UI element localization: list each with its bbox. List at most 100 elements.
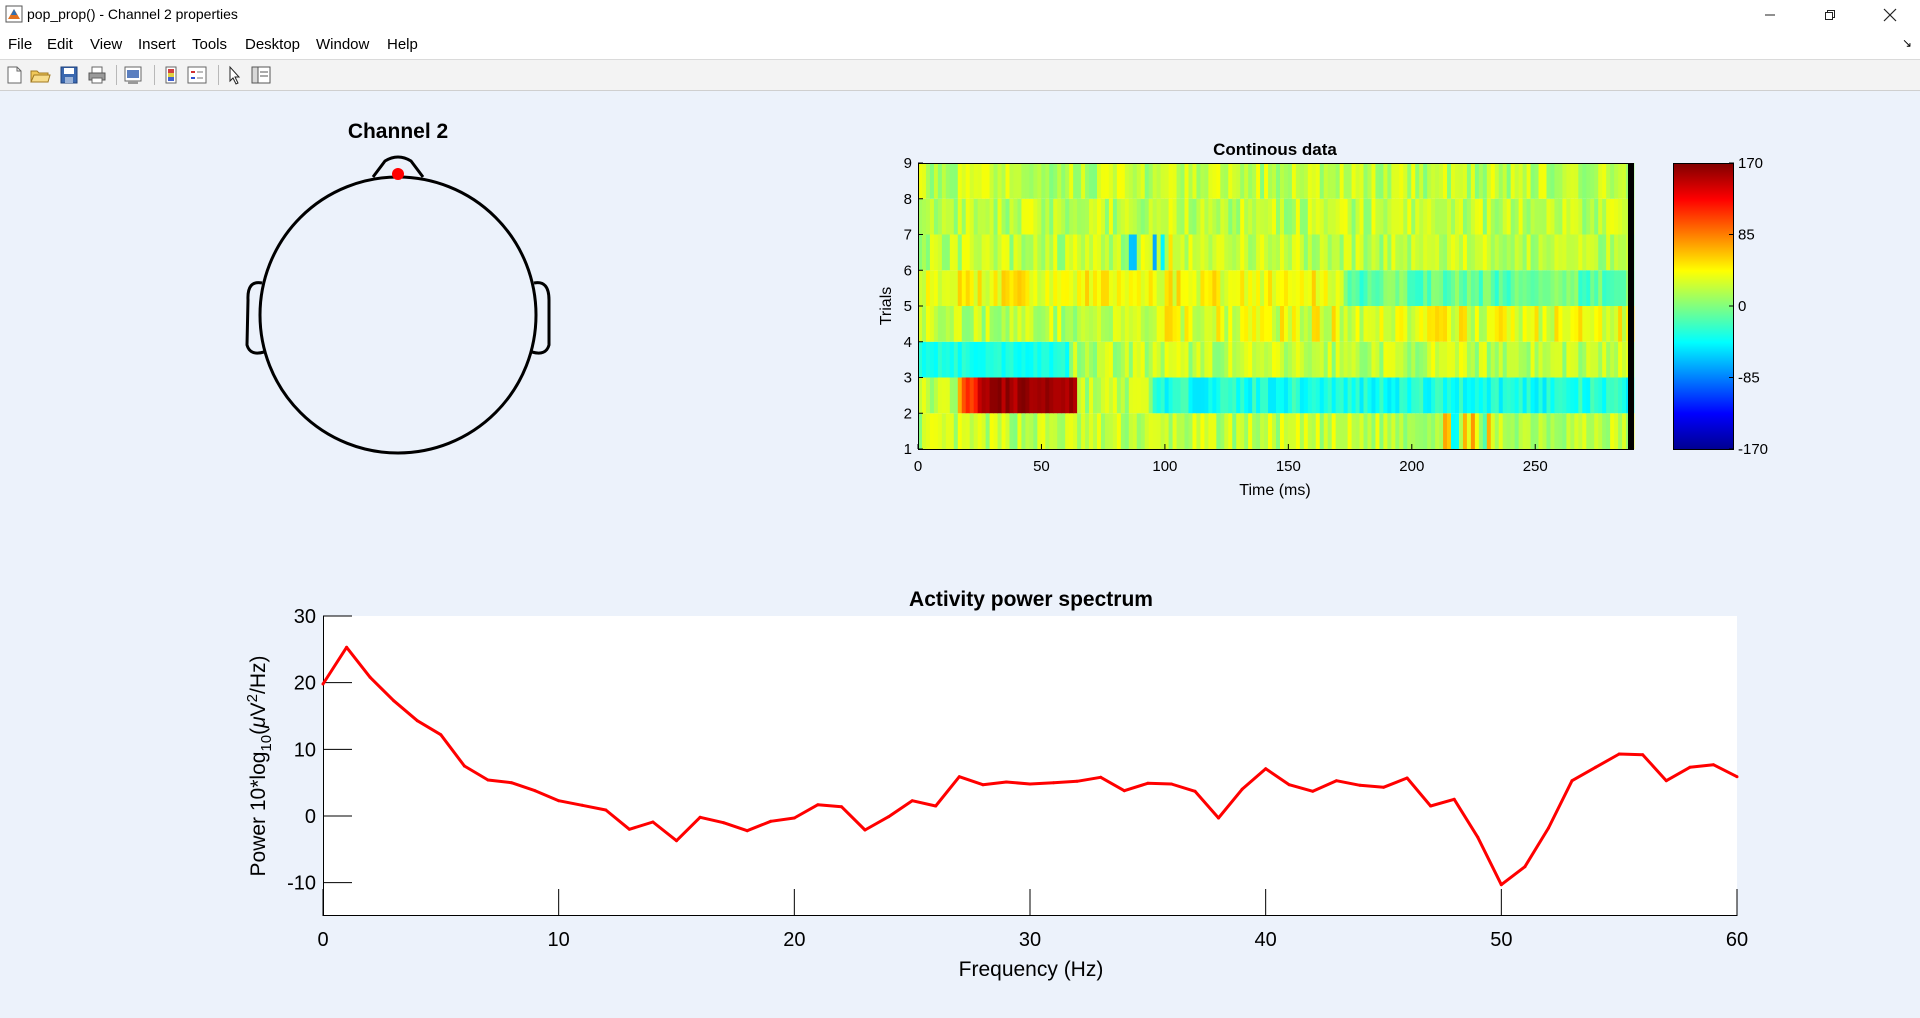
spectrum-data-point <box>1688 765 1692 769</box>
erp-cell <box>1355 306 1360 342</box>
spectrum-x-tick-label: 40 <box>1255 929 1277 951</box>
erp-cell <box>1482 198 1488 235</box>
erp-cell <box>1554 163 1559 199</box>
erp-cell <box>1279 306 1285 342</box>
erp-y-tick-label: 5 <box>904 298 912 315</box>
erp-cell <box>1188 377 1193 414</box>
erp-cell <box>1586 198 1591 235</box>
erp-cell <box>1403 234 1408 271</box>
erp-cell <box>1387 413 1392 449</box>
erp-cell <box>1299 163 1305 199</box>
erp-cell <box>1478 270 1484 306</box>
erp-cell <box>1152 341 1158 378</box>
erp-cell <box>1502 306 1508 342</box>
erp-cell <box>1494 163 1500 199</box>
erp-cell <box>1220 413 1225 449</box>
erp-cell <box>997 377 1002 414</box>
figure-canvas: Channel 2 Continous data 0 50 100 150 200 250… <box>244 120 1768 981</box>
erp-cell <box>1578 306 1583 342</box>
erp-cell <box>1538 163 1543 199</box>
erp-cell <box>929 198 935 235</box>
erp-cell <box>1470 270 1476 306</box>
erp-cell <box>1435 341 1440 378</box>
erp-cell <box>981 306 987 342</box>
erp-cell <box>1025 377 1030 414</box>
erp-cell <box>953 163 959 199</box>
erp-cell <box>1164 198 1169 235</box>
erp-cell <box>1196 234 1201 271</box>
erp-cell <box>1443 198 1448 235</box>
erp-cell <box>1228 270 1233 306</box>
erp-cell <box>1089 270 1094 306</box>
spectrum-data-point <box>1217 816 1220 820</box>
erp-cell <box>1415 413 1420 449</box>
erp-cell <box>1339 270 1345 306</box>
erp-cell <box>1212 163 1217 199</box>
erp-cell <box>977 270 983 306</box>
erp-cell <box>1089 163 1094 199</box>
erp-cell <box>1443 413 1448 449</box>
erp-cell <box>1498 306 1504 342</box>
erp-cell <box>1272 377 1277 414</box>
erp-cell <box>1554 270 1559 306</box>
erp-cell <box>1144 163 1150 199</box>
erp-cell <box>1136 413 1142 449</box>
erp-cell <box>1252 377 1257 414</box>
erp-cell <box>1029 377 1034 414</box>
erp-cell <box>1415 270 1420 306</box>
erp-cell <box>997 163 1002 199</box>
erp-cell <box>941 306 947 342</box>
erp-cell <box>1097 341 1102 378</box>
erp-cell <box>1049 163 1054 199</box>
erp-cell <box>1323 234 1329 271</box>
erp-cell <box>1510 413 1516 449</box>
erp-cell <box>1013 341 1018 378</box>
electrode-marker[interactable] <box>392 168 404 180</box>
erp-cell <box>1236 341 1241 378</box>
erp-cell <box>1232 341 1237 378</box>
erp-cell <box>1474 413 1480 449</box>
spectrum-x-tick-label: 10 <box>548 929 570 951</box>
erp-cell <box>1164 234 1169 271</box>
erp-cell <box>953 234 959 271</box>
erp-cell <box>1439 234 1444 271</box>
erp-cell <box>1510 163 1516 199</box>
erp-cell <box>1180 198 1185 235</box>
erp-cell <box>1093 306 1098 342</box>
erp-cell <box>1128 413 1134 449</box>
erp-cell <box>1276 270 1281 306</box>
erp-cell <box>1598 270 1603 306</box>
erp-cell <box>1411 163 1416 199</box>
erp-cell <box>1272 341 1277 378</box>
erp-cell <box>1236 198 1241 235</box>
erp-cell <box>1260 306 1265 342</box>
spectrum-data-point <box>1711 763 1715 767</box>
erp-cell <box>1232 413 1237 449</box>
erp-cell <box>1490 198 1496 235</box>
erp-cell <box>1287 377 1293 414</box>
erp-cell <box>1598 306 1603 342</box>
erp-cell <box>1574 198 1579 235</box>
erp-cell <box>969 163 975 199</box>
erp-cell <box>1061 198 1066 235</box>
erp-cell <box>1236 377 1241 414</box>
erp-cell <box>969 306 975 342</box>
erp-cell <box>1112 198 1118 235</box>
erp-cell <box>1618 413 1623 449</box>
erp-cell <box>1570 234 1575 271</box>
erp-cell <box>1104 413 1110 449</box>
spectrum-data-point <box>1334 779 1338 783</box>
erp-cell <box>1291 198 1297 235</box>
erp-cell <box>1371 306 1376 342</box>
erp-cell <box>1077 306 1082 342</box>
erp-cell <box>1228 413 1233 449</box>
erp-cell <box>1104 377 1110 414</box>
erp-cell <box>1534 413 1539 449</box>
erp-cell <box>1466 163 1472 199</box>
erp-cell <box>961 341 967 378</box>
erp-cell <box>1614 377 1619 414</box>
erp-cell <box>1586 163 1591 199</box>
erp-cell <box>1375 306 1380 342</box>
erp-cell <box>1025 270 1030 306</box>
erp-cell <box>1391 377 1396 414</box>
